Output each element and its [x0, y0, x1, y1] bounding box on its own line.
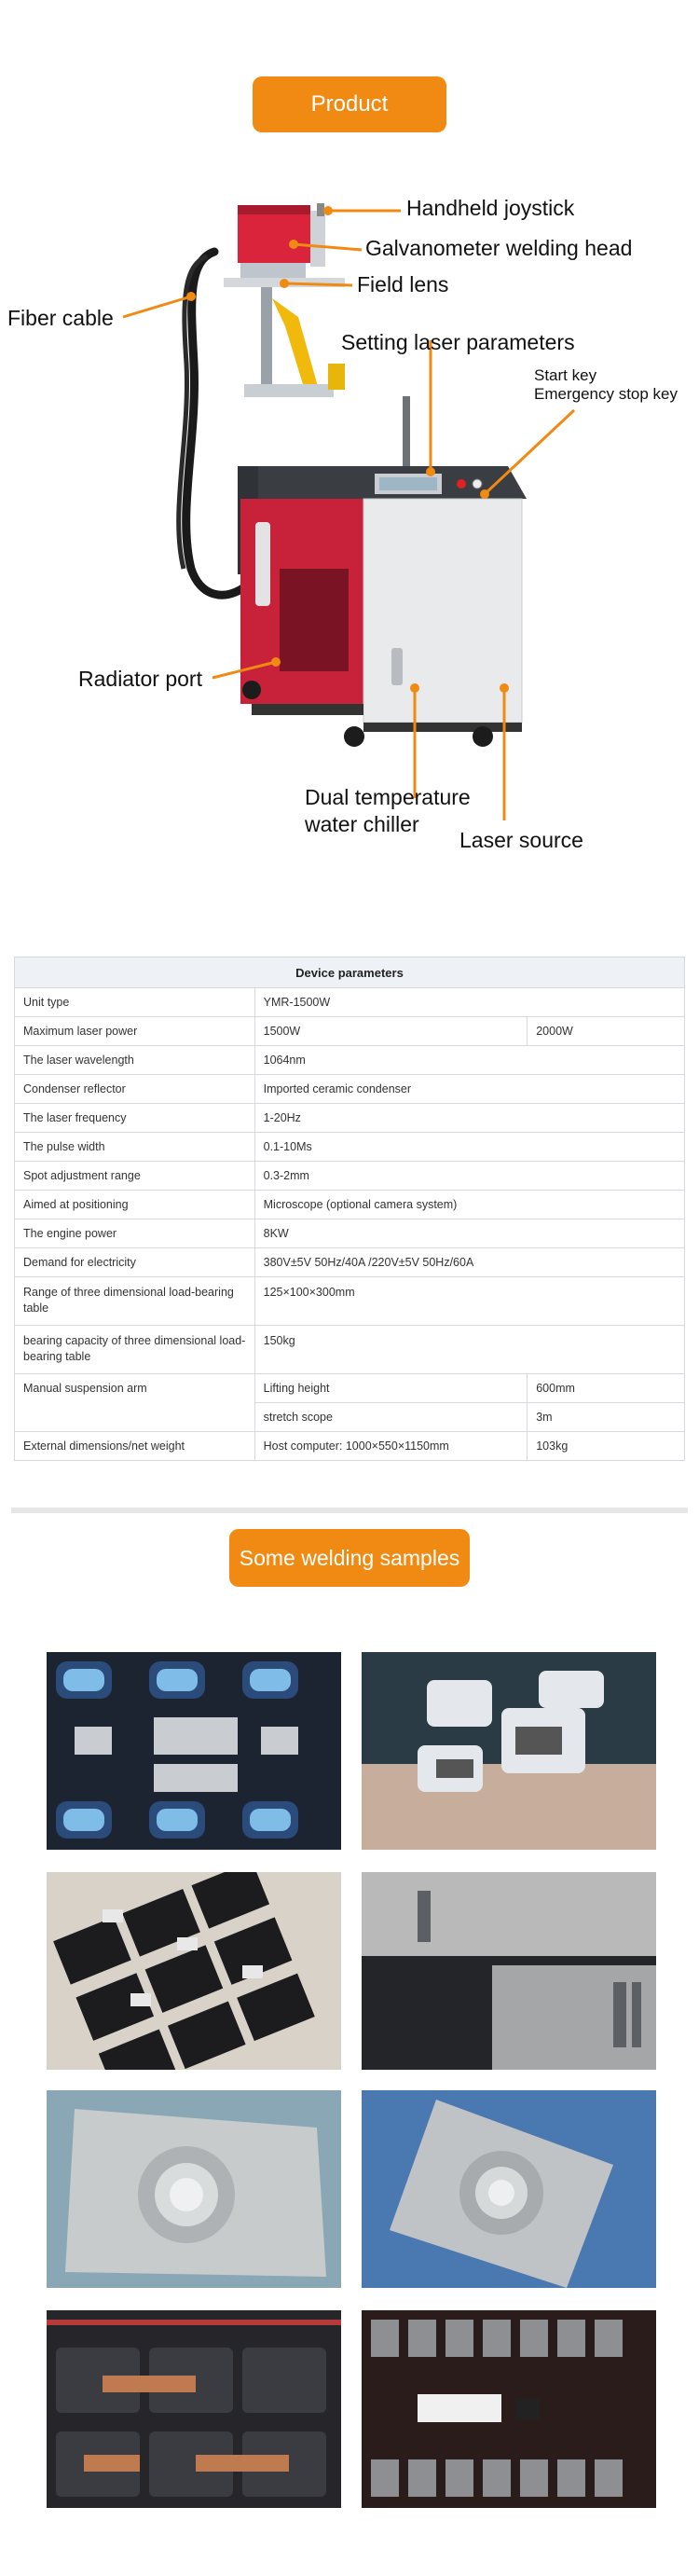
- param-value: stretch scope: [254, 1402, 528, 1432]
- label-setting-laser-parameters: Setting laser parameters: [341, 330, 575, 354]
- sample-photo-battery-pack-copper: [47, 2310, 341, 2508]
- param-value: 0.3-2mm: [254, 1161, 686, 1191]
- sample-photo-battery-cells-blue: [47, 1652, 341, 1850]
- sample-photo-aluminum-weld-2: [362, 2090, 656, 2288]
- label-fiber-cable: Fiber cable: [7, 306, 114, 330]
- param-label: Condenser reflector: [14, 1074, 255, 1104]
- label-field-lens: Field lens: [357, 272, 449, 296]
- param-label: Maximum laser power: [14, 1016, 255, 1046]
- table-row: bearing capacity of three dimensional lo…: [14, 1325, 686, 1374]
- param-value: YMR-1500W: [254, 987, 686, 1017]
- device-parameters-table: Device parameters Unit type YMR-1500W Ma…: [14, 957, 686, 1461]
- param-label: External dimensions/net weight: [14, 1431, 255, 1461]
- table-row: The engine power 8KW: [14, 1219, 686, 1248]
- param-label: The engine power: [14, 1219, 255, 1248]
- table-row: Condenser reflector Imported ceramic con…: [14, 1074, 686, 1104]
- label-emergency-stop-key: Emergency stop key: [534, 385, 678, 403]
- label-chiller-line1: Dual temperature: [305, 785, 471, 809]
- param-value: 1064nm: [254, 1045, 686, 1075]
- table-row: Aimed at positioning Microscope (optiona…: [14, 1190, 686, 1219]
- label-galvanometer-welding-head: Galvanometer welding head: [365, 236, 633, 260]
- param-value: 380V±5V 50Hz/40A /220V±5V 50Hz/60A: [254, 1247, 686, 1277]
- label-radiator-port: Radiator port: [78, 667, 202, 691]
- param-value-2: 103kg: [527, 1431, 685, 1461]
- param-label: Unit type: [14, 987, 255, 1017]
- param-value: 1500W: [254, 1016, 528, 1046]
- param-label: Demand for electricity: [14, 1247, 255, 1277]
- param-label: bearing capacity of three dimensional lo…: [14, 1325, 255, 1374]
- param-value-2: 2000W: [527, 1016, 685, 1046]
- param-value: 150kg: [254, 1325, 686, 1374]
- label-laser-source: Laser source: [459, 828, 583, 852]
- table-row: Spot adjustment range 0.3-2mm: [14, 1161, 686, 1191]
- param-value: 8KW: [254, 1219, 686, 1248]
- sample-photo-battery-modules-rows: [362, 2310, 656, 2508]
- section-title-product-components: Product Components: [253, 76, 446, 172]
- param-value: Microscope (optional camera system): [254, 1190, 686, 1219]
- param-value: 0.1-10Ms: [254, 1132, 686, 1162]
- table-row: External dimensions/net weight Host comp…: [14, 1431, 685, 1461]
- param-label: The laser wavelength: [14, 1045, 255, 1075]
- label-handheld-joystick: Handheld joystick: [406, 196, 575, 220]
- label-chiller-line2: water chiller: [305, 812, 419, 836]
- param-label: Spot adjustment range: [14, 1161, 255, 1191]
- sample-photo-aluminum-weld-1: [47, 2090, 341, 2288]
- param-value: Lifting height: [254, 1373, 528, 1403]
- table-header-row: Device parameters: [14, 957, 685, 988]
- sample-photo-black-components: [47, 1872, 341, 2070]
- param-label: Manual suspension arm: [14, 1373, 255, 1432]
- table-row: Unit type YMR-1500W: [14, 987, 686, 1017]
- param-value: Host computer: 1000×550×1150mm: [254, 1431, 528, 1461]
- table-row: Manual suspension arm Lifting height 600…: [14, 1373, 685, 1432]
- param-value: 125×100×300mm: [254, 1276, 686, 1326]
- sample-photo-chips-handheld: [362, 1652, 656, 1850]
- table-row: The pulse width 0.1-10Ms: [14, 1132, 686, 1162]
- param-label: The laser frequency: [14, 1103, 255, 1133]
- table-row: The laser wavelength 1064nm: [14, 1045, 686, 1075]
- param-label: Aimed at positioning: [14, 1190, 255, 1219]
- param-value-2: 3m: [527, 1402, 685, 1432]
- param-value-2: 600mm: [527, 1373, 685, 1403]
- table-row: Maximum laser power 1500W 2000W: [14, 1016, 685, 1046]
- machine-illustration: Handheld joystick Galvanometer welding h…: [0, 177, 699, 886]
- table-row: Range of three dimensional load-bearing …: [14, 1276, 686, 1326]
- sample-photo-metal-plates: [362, 1872, 656, 2070]
- param-value: Imported ceramic condenser: [254, 1074, 686, 1104]
- laser-welder-drawing: [122, 203, 576, 820]
- section-divider: [11, 1508, 688, 1513]
- table-row: The laser frequency 1-20Hz: [14, 1103, 686, 1133]
- label-start-key: Start key: [534, 366, 597, 384]
- section-title-welding-samples: Some welding samples: [229, 1529, 470, 1587]
- param-label: The pulse width: [14, 1132, 255, 1162]
- table-row: Demand for electricity 380V±5V 50Hz/40A …: [14, 1247, 686, 1277]
- param-label: Range of three dimensional load-bearing …: [14, 1276, 255, 1326]
- table-header: Device parameters: [14, 957, 685, 988]
- param-value: 1-20Hz: [254, 1103, 686, 1133]
